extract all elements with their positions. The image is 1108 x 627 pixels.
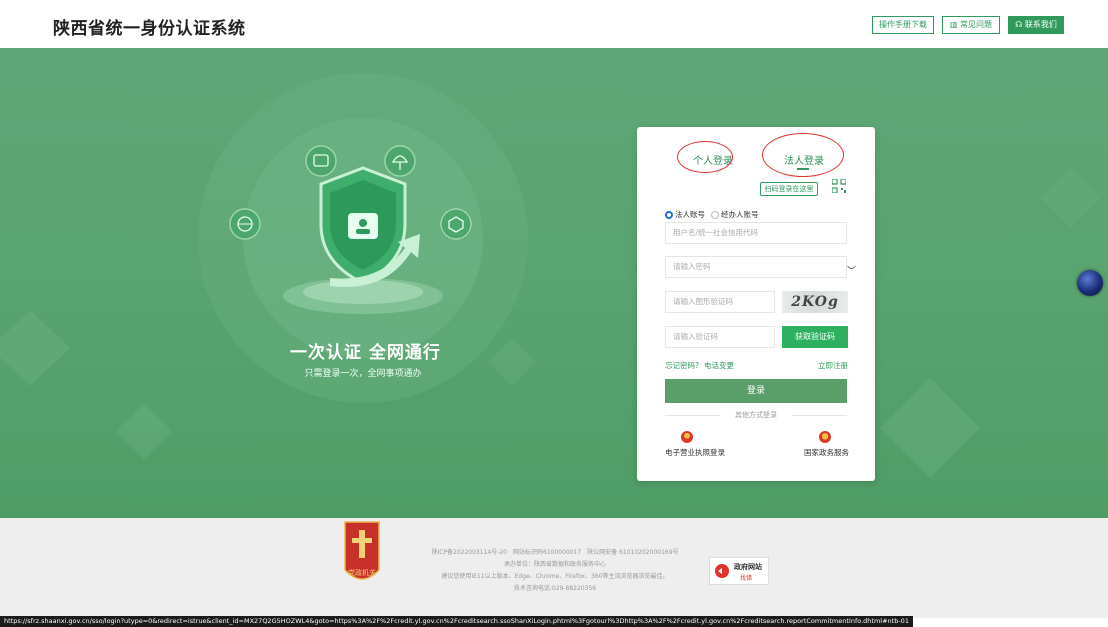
account-input[interactable]: 用户名/统一社会信用代码: [665, 222, 847, 244]
footer-phone: 技术咨询电话:029-88220356: [513, 585, 597, 592]
business-license-icon[interactable]: [681, 431, 693, 443]
faq-label: 常见问题: [960, 20, 993, 29]
manual-download-button[interactable]: 操作手册下载: [872, 16, 934, 34]
site-title: 陕西省统一身份认证系统: [53, 19, 246, 39]
radio-legal-account[interactable]: [665, 210, 673, 219]
hero-slogan: 一次认证 全网通行: [290, 343, 441, 363]
red-annotation-circle-personal: [677, 141, 733, 173]
divider: [665, 415, 720, 416]
captcha-image[interactable]: 2KOg: [782, 291, 848, 313]
floating-assistant-button[interactable]: [1077, 270, 1103, 296]
radio-agent-account[interactable]: [711, 210, 719, 219]
page: 陕西省统一身份认证系统 操作手册下载 ▥ 常见问题 ☊ 联系我们 一次认证 全网…: [0, 0, 1108, 627]
header: 陕西省统一身份认证系统 操作手册下载 ▥ 常见问题 ☊ 联系我们: [0, 0, 1108, 48]
sms-code-input[interactable]: 请输入验证码: [665, 326, 775, 348]
get-sms-code-button[interactable]: 获取验证码: [782, 326, 848, 348]
password-input[interactable]: 请输入密码: [665, 256, 847, 278]
account-type-radio-group: 法人账号 经办人账号: [665, 209, 763, 220]
captcha-input[interactable]: 请输入图形验证码: [665, 291, 775, 313]
gov-site-subtitle: 找错: [740, 575, 753, 582]
footer-icp: 陕ICP备2022003114号-20 网站标识码6100000017 陕公网安…: [431, 549, 679, 556]
scan-login-tip: 扫码登录在这里: [760, 182, 818, 196]
login-button[interactable]: 登录: [665, 379, 847, 403]
gov-site-error-report[interactable]: 政府网站 找错: [709, 557, 769, 585]
register-link[interactable]: 立即注册: [818, 360, 848, 371]
book-icon: ▥: [949, 20, 961, 29]
error-report-icon: [715, 564, 729, 578]
license-login-link[interactable]: 电子营业执照登录: [665, 447, 725, 458]
contact-button[interactable]: ☊ 联系我们: [1008, 16, 1064, 34]
hero-illustration: [0, 73, 1100, 478]
red-annotation-circle-legal: [762, 133, 844, 177]
gov-service-link[interactable]: 国家政务服务: [804, 447, 849, 458]
footer-browser-tip: 建议您使用IE11以上版本、Edge、Chrome、Firefox、360等主流…: [441, 573, 669, 580]
footer-info: 陕ICP备2022003114号-20 网站标识码6100000017 陕公网安…: [420, 547, 690, 595]
eye-closed-icon[interactable]: [847, 265, 856, 271]
hero-sub-slogan: 只需登录一次，全网事项通办: [304, 369, 422, 379]
status-bar-url: https://sfrz.shaanxi.gov.cn/sso/login?ut…: [0, 616, 913, 627]
footer-organizer: 承办单位：陕西省数据和政务服务中心: [503, 561, 606, 568]
national-emblem-icon[interactable]: [819, 431, 831, 443]
headset-icon: ☊: [1015, 20, 1025, 29]
qr-code-icon[interactable]: [832, 179, 846, 193]
phone-change-link[interactable]: 电话变更: [704, 360, 734, 371]
party-government-badge[interactable]: 党政机关: [343, 520, 381, 590]
hero-banner: 一次认证 全网通行 只需登录一次，全网事项通办: [0, 48, 1108, 518]
badge-text: 党政机关: [348, 568, 376, 577]
forgot-password-link[interactable]: 忘记密码?: [665, 360, 699, 371]
faq-button[interactable]: ▥ 常见问题: [942, 16, 1000, 34]
gov-site-title: 政府网站: [734, 563, 762, 571]
contact-label: 联系我们: [1024, 20, 1057, 29]
radio-agent-account-label: 经办人账号: [721, 210, 759, 219]
login-card: 个人登录 法人登录 扫码登录在这里 法人账号 经办人账号 用户名/统一社会信用代…: [637, 127, 875, 481]
other-login-methods-label: 其他方式登录: [735, 411, 777, 419]
radio-legal-account-label: 法人账号: [675, 210, 705, 219]
divider: [792, 415, 847, 416]
